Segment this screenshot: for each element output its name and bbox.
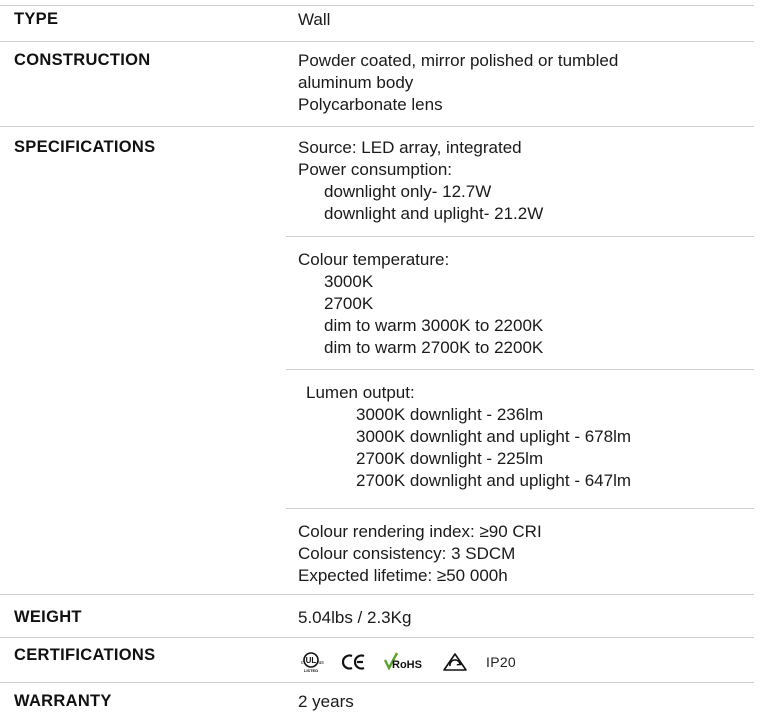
svg-text:UL: UL: [306, 656, 317, 665]
rcm-icon: [442, 652, 468, 672]
cri-text: Colour rendering index: ≥90 CRI: [298, 522, 542, 541]
construction-value: Powder coated, mirror polished or tumble…: [298, 50, 758, 116]
specifications-label: SPECIFICATIONS: [14, 138, 156, 156]
svg-text:us: us: [319, 660, 325, 666]
warranty-label: WARRANTY: [14, 692, 112, 710]
divider: [0, 594, 754, 595]
lifetime-text: Expected lifetime: ≥50 000h: [298, 566, 508, 585]
consistency-text: Colour consistency: 3 SDCM: [298, 544, 516, 563]
certification-icons: UL c us LISTED RoHS IP20: [298, 648, 758, 676]
colour-temp-item: 3000K: [324, 272, 374, 291]
lumen-item: 2700K downlight and uplight - 647lm: [356, 471, 632, 490]
colour-temp-item: dim to warm 3000K to 2200K: [324, 316, 544, 335]
ip-rating: IP20: [486, 654, 516, 670]
svg-text:LISTED: LISTED: [304, 668, 318, 673]
divider: [286, 369, 754, 370]
cul-us-listed-icon: UL c us LISTED: [298, 651, 324, 673]
colour-temp-item: 2700K: [324, 294, 374, 313]
type-label: TYPE: [14, 10, 59, 28]
divider: [286, 236, 754, 237]
construction-line: Polycarbonate lens: [298, 95, 443, 114]
power-item: downlight and uplight- 21.2W: [324, 204, 544, 223]
lumen-item: 3000K downlight and uplight - 678lm: [356, 427, 632, 446]
colour-temp-title: Colour temperature:: [298, 250, 450, 269]
power-item: downlight only- 12.7W: [324, 182, 492, 201]
divider: [0, 41, 754, 42]
construction-label: CONSTRUCTION: [14, 51, 151, 69]
power-title: Power consumption:: [298, 160, 453, 179]
colour-temp-item: dim to warm 2700K to 2200K: [324, 338, 544, 357]
colour-temperature-block: Colour temperature: 3000K 2700K dim to w…: [298, 249, 758, 359]
lumen-item: 3000K downlight - 236lm: [356, 405, 544, 424]
weight-value: 5.04lbs / 2.3Kg: [298, 608, 412, 627]
weight-label: WEIGHT: [14, 608, 82, 626]
type-value: Wall: [298, 10, 331, 29]
svg-text:RoHS: RoHS: [392, 659, 422, 671]
divider: [0, 5, 754, 6]
quality-block: Colour rendering index: ≥90 CRI Colour c…: [298, 521, 758, 587]
lumen-output-block: Lumen output: 3000K downlight - 236lm 30…: [298, 382, 758, 492]
power-block: Source: LED array, integrated Power cons…: [298, 137, 758, 225]
construction-line: aluminum body: [298, 73, 414, 92]
warranty-value: 2 years: [298, 692, 354, 711]
divider: [0, 126, 754, 127]
divider: [286, 508, 754, 509]
rohs-icon: RoHS: [384, 652, 424, 672]
ce-mark-icon: [342, 653, 366, 671]
lumen-title: Lumen output:: [306, 383, 415, 402]
divider: [0, 637, 754, 638]
certifications-label: CERTIFICATIONS: [14, 646, 156, 664]
construction-line: Powder coated, mirror polished or tumble…: [298, 51, 619, 70]
divider: [0, 682, 754, 683]
source-text: Source: LED array, integrated: [298, 138, 522, 157]
lumen-item: 2700K downlight - 225lm: [356, 449, 544, 468]
